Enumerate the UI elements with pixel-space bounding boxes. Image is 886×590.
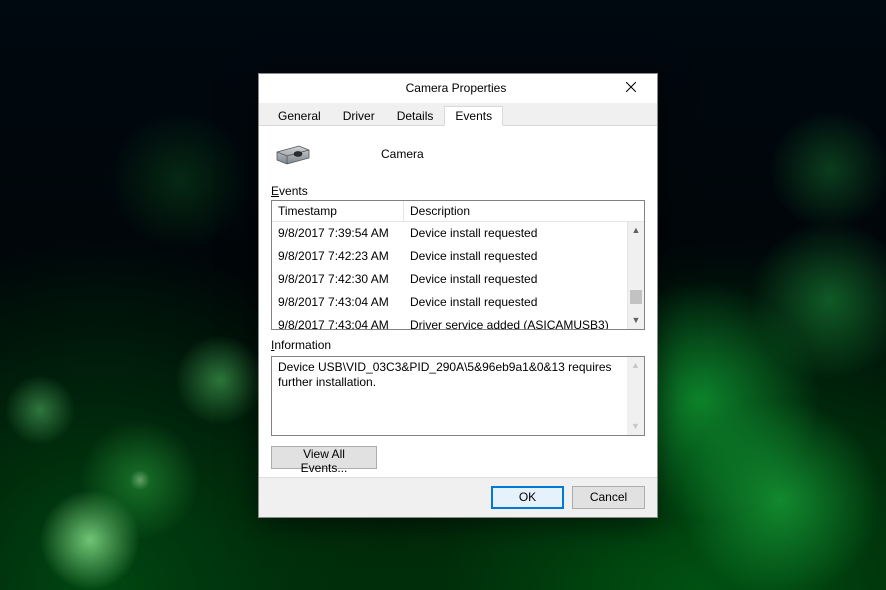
close-button[interactable] (609, 74, 653, 102)
scroll-down-icon[interactable]: ▼ (628, 312, 645, 329)
events-list[interactable]: Timestamp Description 9/8/2017 7:39:54 A… (271, 200, 645, 330)
camera-device-icon (275, 140, 311, 168)
information-label: Information (271, 338, 645, 352)
device-name: Camera (381, 147, 424, 161)
titlebar[interactable]: Camera Properties (259, 74, 657, 103)
column-header-description[interactable]: Description (404, 201, 644, 221)
information-box[interactable]: Device USB\VID_03C3&PID_290A\5&96eb9a1&0… (271, 356, 645, 436)
tab-driver[interactable]: Driver (332, 106, 386, 126)
scroll-track[interactable] (628, 239, 644, 312)
device-header: Camera (271, 136, 645, 182)
information-text: Device USB\VID_03C3&PID_290A\5&96eb9a1&0… (272, 357, 644, 393)
scroll-down-icon[interactable]: ▼ (627, 418, 644, 435)
tab-events[interactable]: Events (444, 106, 503, 126)
scroll-up-icon[interactable]: ▲ (627, 357, 644, 374)
view-all-events-button[interactable]: View All Events... (271, 446, 377, 469)
table-row[interactable]: 9/8/2017 7:43:04 AM Driver service added… (272, 314, 627, 329)
tab-general[interactable]: General (267, 106, 332, 126)
cancel-button[interactable]: Cancel (572, 486, 645, 509)
tabstrip: General Driver Details Events (259, 103, 657, 126)
events-scrollbar[interactable]: ▲ ▼ (627, 222, 644, 329)
dialog-button-row: OK Cancel (259, 477, 657, 517)
scroll-track[interactable] (627, 374, 644, 418)
window-title: Camera Properties (259, 81, 609, 95)
events-rows: 9/8/2017 7:39:54 AM Device install reque… (272, 222, 627, 329)
close-icon (626, 81, 636, 95)
table-row[interactable]: 9/8/2017 7:42:30 AM Device install reque… (272, 268, 627, 291)
column-header-timestamp[interactable]: Timestamp (272, 201, 404, 221)
camera-properties-dialog: Camera Properties General Driver Details… (258, 73, 658, 518)
table-row[interactable]: 9/8/2017 7:42:23 AM Device install reque… (272, 245, 627, 268)
info-scrollbar[interactable]: ▲ ▼ (627, 357, 644, 435)
ok-button[interactable]: OK (491, 486, 564, 509)
scroll-up-icon[interactable]: ▲ (628, 222, 645, 239)
tab-details[interactable]: Details (386, 106, 445, 126)
table-row[interactable]: 9/8/2017 7:43:04 AM Device install reque… (272, 291, 627, 314)
table-row[interactable]: 9/8/2017 7:39:54 AM Device install reque… (272, 222, 627, 245)
events-label: Events (271, 184, 645, 198)
events-header: Timestamp Description (272, 201, 644, 222)
scroll-thumb[interactable] (630, 290, 642, 305)
tab-content-events: Camera Events Timestamp Description 9/8/… (259, 126, 657, 477)
